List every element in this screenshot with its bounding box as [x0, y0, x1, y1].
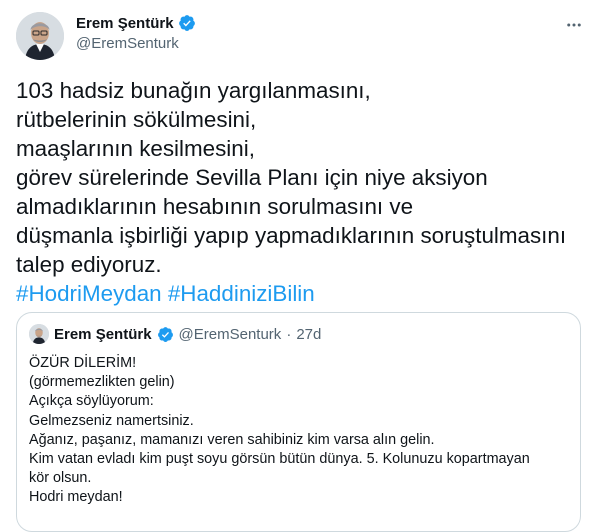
quoted-timestamp[interactable]: 27d	[296, 326, 321, 343]
tweet-text-line: düşmanla işbirliği yapıp yapmadıklarının…	[16, 223, 567, 248]
quoted-text-line: (görmemezlikten gelin)	[29, 374, 175, 391]
quoted-tweet-header: Erem Şentürk @EremSenturk · 27d	[29, 324, 321, 344]
quoted-text-line: Kim vatan evladı kim puşt soyu görsün bü…	[29, 451, 530, 468]
quoted-tweet-text: ÖZÜR DİLERİM! (görmemezlikten gelin) Açı…	[29, 354, 569, 508]
tweet-text: 103 hadsiz bunağın yargılanmasını, rütbe…	[16, 76, 586, 308]
hashtag-link-haddinizibilin[interactable]: #HaddiniziBilin	[168, 281, 315, 306]
tweet-text-line: görev sürelerinde Sevilla Planı için niy…	[16, 165, 488, 190]
tweet-text-line: 103 hadsiz bunağın yargılanmasını,	[16, 78, 371, 103]
more-options-button[interactable]	[563, 14, 585, 36]
quoted-text-line: Hodri meydan!	[29, 489, 123, 506]
tweet: Erem Şentürk @EremSenturk 103 hadsiz bun…	[0, 0, 601, 532]
quoted-text-line: ÖZÜR DİLERİM!	[29, 355, 137, 371]
quoted-author-avatar-image	[29, 324, 49, 344]
tweet-text-line: almadıklarının hesabının sorulmasını ve	[16, 194, 414, 219]
verified-badge-icon	[178, 15, 195, 31]
tweet-text-line: rütbelerinin sökülmesini,	[16, 107, 257, 132]
author-avatar-image	[16, 12, 64, 60]
verified-badge-icon	[157, 326, 173, 342]
author-handle[interactable]: @EremSenturk	[76, 35, 179, 52]
tweet-text-line: maaşlarının kesilmesini,	[16, 136, 255, 161]
author-name-row: Erem Şentürk	[76, 14, 196, 32]
author-avatar[interactable]	[16, 12, 64, 60]
quoted-author-handle: @EremSenturk	[178, 325, 282, 343]
quoted-text-line: Ağanız, paşanız, mamanızı veren sahibini…	[29, 431, 435, 448]
quoted-author-name: Erem Şentürk	[54, 325, 152, 343]
quoted-text-line: kör olsun.	[29, 470, 92, 487]
hashtags-line: #HodriMeydan #HaddiniziBilin	[16, 279, 586, 308]
more-options-icon	[567, 23, 581, 27]
quoted-text-line: Açıkça söylüyorum:	[29, 393, 154, 410]
quoted-tweet[interactable]: Erem Şentürk @EremSenturk · 27d ÖZÜR DİL…	[16, 312, 581, 532]
author-display-name[interactable]: Erem Şentürk	[76, 15, 174, 32]
quoted-text-line: Gelmezseniz namertsiniz.	[29, 412, 194, 429]
quoted-author-avatar	[29, 324, 49, 344]
hashtag-link-hodrimeydan[interactable]: #HodriMeydan	[16, 281, 162, 306]
tweet-text-line: talep ediyoruz.	[16, 252, 162, 277]
quoted-separator-dot: ·	[286, 325, 292, 343]
